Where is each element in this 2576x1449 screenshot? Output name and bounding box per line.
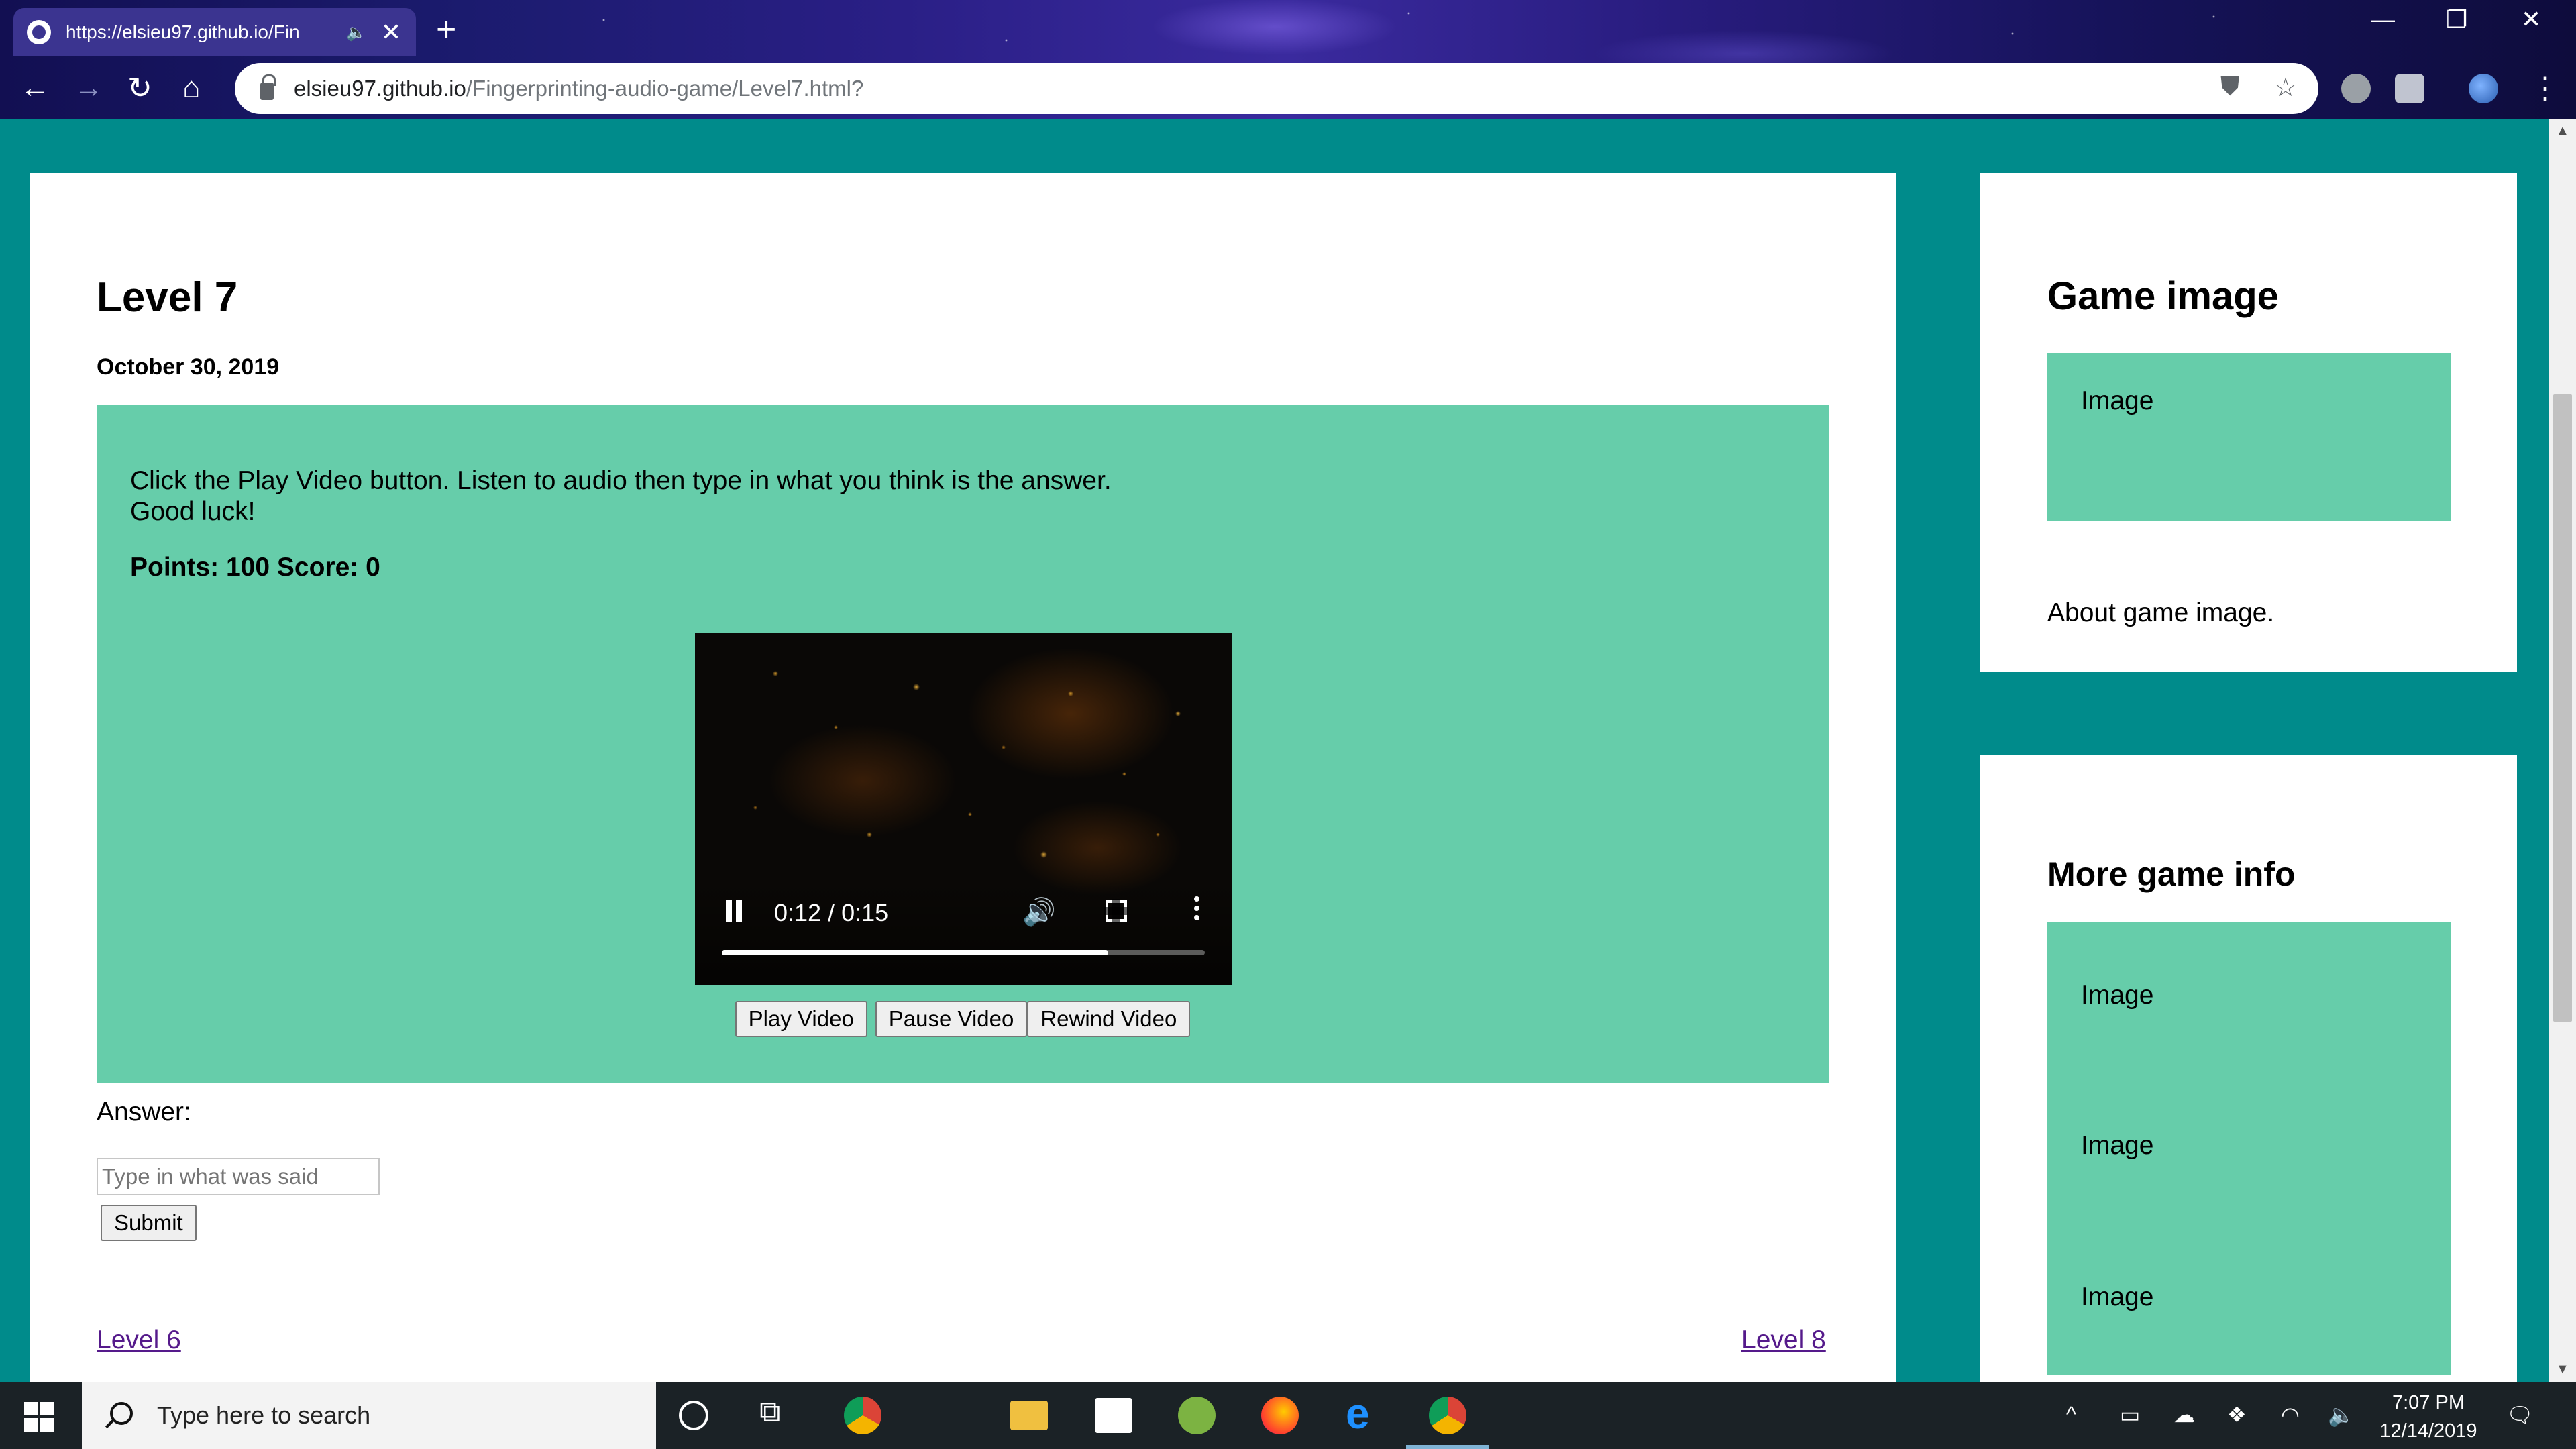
play-video-button[interactable]: Play Video <box>735 1001 867 1037</box>
answer-input[interactable] <box>97 1158 380 1195</box>
points-score: Points: 100 Score: 0 <box>130 553 380 582</box>
more-info-image-label: Image <box>2081 1131 2154 1160</box>
windows-taskbar: Type here to search ⧉ e ^ ▭ ☁ ❖ ◠ 🔈 7:07… <box>0 1382 2576 1449</box>
instructions: Click the Play Video button. Listen to a… <box>130 466 1112 527</box>
page-scrollbar[interactable]: ▲ ▼ <box>2549 119 2576 1382</box>
rewind-video-button[interactable]: Rewind Video <box>1027 1001 1191 1037</box>
site-favicon-icon <box>27 20 51 44</box>
main-content-card: Level 7 October 30, 2019 Click the Play … <box>30 173 1896 1382</box>
store-icon[interactable] <box>1095 1398 1132 1433</box>
browser-chrome: https://elsieu97.github.io/Fin 🔈 ✕ + — ❐… <box>0 0 2576 119</box>
task-view-icon[interactable]: ⧉ <box>759 1395 797 1433</box>
dropbox-icon[interactable]: ❖ <box>2227 1402 2247 1428</box>
game-image: Image <box>2047 353 2451 521</box>
search-icon <box>103 1402 133 1429</box>
scrollbar-thumb[interactable] <box>2553 394 2572 1022</box>
firefox-icon[interactable] <box>1261 1397 1299 1434</box>
edge-icon[interactable]: e <box>1346 1389 1383 1438</box>
chrome-active-taskbar-icon[interactable] <box>1429 1397 1466 1434</box>
notifications-icon[interactable]: 🗨 <box>2506 1402 2534 1428</box>
submit-button[interactable]: Submit <box>101 1205 197 1241</box>
extension-icon[interactable] <box>2341 74 2371 103</box>
prev-level-link[interactable]: Level 6 <box>97 1326 181 1355</box>
clock-time: 7:07 PM <box>2392 1392 2465 1413</box>
video-pause-icon[interactable] <box>724 900 743 923</box>
page-title: Level 7 <box>97 274 238 321</box>
profile-avatar[interactable] <box>2469 74 2498 103</box>
onedrive-icon[interactable]: ☁ <box>2174 1402 2195 1428</box>
show-hidden-icons-icon[interactable]: ^ <box>2066 1402 2076 1427</box>
cortana-icon[interactable] <box>679 1401 708 1430</box>
answer-label: Answer: <box>97 1097 191 1126</box>
restore-icon[interactable]: ❐ <box>2446 5 2467 34</box>
lock-icon[interactable] <box>260 74 276 100</box>
browser-toolbar: ← → ↻ ⌂ elsieu97.github.io/Fingerprintin… <box>0 59 2576 119</box>
next-level-link[interactable]: Level 8 <box>1741 1326 1826 1355</box>
battery-icon[interactable]: ▭ <box>2120 1402 2140 1428</box>
more-info-images: Image Image Image <box>2047 922 2451 1375</box>
video-time-display: 0:12 / 0:15 <box>774 899 889 926</box>
game-image-card: Game image Image About game image. <box>1980 173 2517 672</box>
instructions-line-2: Good luck! <box>130 497 256 526</box>
game-image-label: Image <box>2081 386 2154 415</box>
new-tab-icon[interactable]: + <box>436 9 456 50</box>
file-explorer-icon[interactable] <box>1010 1401 1048 1430</box>
tab-title: https://elsieu97.github.io/Fin <box>66 21 300 42</box>
clock-date: 12/14/2019 <box>2379 1420 2477 1442</box>
instructions-line-1: Click the Play Video button. Listen to a… <box>130 466 1112 495</box>
video-player[interactable]: 0:12 / 0:15 🔊 <box>695 633 1232 985</box>
video-button-row: Play Video Pause Video Rewind Video <box>97 1001 1829 1037</box>
post-date: October 30, 2019 <box>97 354 280 380</box>
extension-cube-icon[interactable] <box>2395 74 2424 103</box>
minimize-icon[interactable]: — <box>2371 5 2395 34</box>
tab-audio-icon[interactable]: 🔈 <box>346 23 366 42</box>
window-close-icon[interactable]: ✕ <box>2521 5 2541 34</box>
url-path: /Fingerprinting-audio-game/Level7.html? <box>466 76 864 101</box>
chrome-taskbar-icon[interactable] <box>844 1397 881 1434</box>
back-icon[interactable]: ← <box>20 71 50 105</box>
scroll-down-icon[interactable]: ▼ <box>2556 1362 2569 1377</box>
taskbar-search-placeholder: Type here to search <box>157 1401 371 1429</box>
fullscreen-icon[interactable] <box>1104 899 1128 923</box>
more-info-image-label: Image <box>2081 981 2154 1010</box>
bookmark-star-icon[interactable]: ☆ <box>2274 72 2297 103</box>
android-studio-icon[interactable] <box>1178 1397 1216 1434</box>
video-controls <box>695 877 1232 985</box>
page-viewport: Level 7 October 30, 2019 Click the Play … <box>0 119 2549 1382</box>
taskbar-search-box[interactable]: Type here to search <box>82 1382 656 1449</box>
volume-tray-icon[interactable]: 🔈 <box>2328 1402 2355 1428</box>
game-image-about: About game image. <box>2047 598 2275 627</box>
system-clock[interactable]: 7:07 PM 12/14/2019 <box>2375 1389 2482 1445</box>
address-bar[interactable]: elsieu97.github.io/Fingerprinting-audio-… <box>235 63 2318 114</box>
more-info-image-label: Image <box>2081 1283 2154 1311</box>
video-more-options-icon[interactable] <box>1194 896 1199 923</box>
pause-video-button[interactable]: Pause Video <box>875 1001 1028 1037</box>
windows-start-icon[interactable] <box>24 1402 54 1432</box>
wifi-icon[interactable]: ◠ <box>2281 1402 2300 1428</box>
home-icon[interactable]: ⌂ <box>182 71 201 105</box>
video-progress-bar[interactable] <box>722 950 1205 955</box>
active-app-indicator <box>1406 1445 1489 1449</box>
tab-close-icon[interactable]: ✕ <box>381 18 401 46</box>
scroll-up-icon[interactable]: ▲ <box>2556 123 2569 139</box>
forward-icon[interactable]: → <box>74 71 103 105</box>
browser-tab[interactable]: https://elsieu97.github.io/Fin 🔈 ✕ <box>13 8 416 56</box>
reload-icon[interactable]: ↻ <box>127 71 152 105</box>
game-image-title: Game image <box>2047 274 2279 318</box>
game-box: Click the Play Video button. Listen to a… <box>97 405 1829 1083</box>
menu-kebab-icon[interactable]: ⋮ <box>2530 71 2560 105</box>
blocked-popup-icon[interactable]: ⛊ <box>2220 72 2240 101</box>
more-info-title: More game info <box>2047 855 2296 893</box>
url-host: elsieu97.github.io <box>294 76 466 101</box>
video-progress-played <box>722 950 1108 955</box>
volume-icon[interactable]: 🔊 <box>1022 896 1056 928</box>
more-game-info-card: More game info Image Image Image <box>1980 755 2517 1382</box>
